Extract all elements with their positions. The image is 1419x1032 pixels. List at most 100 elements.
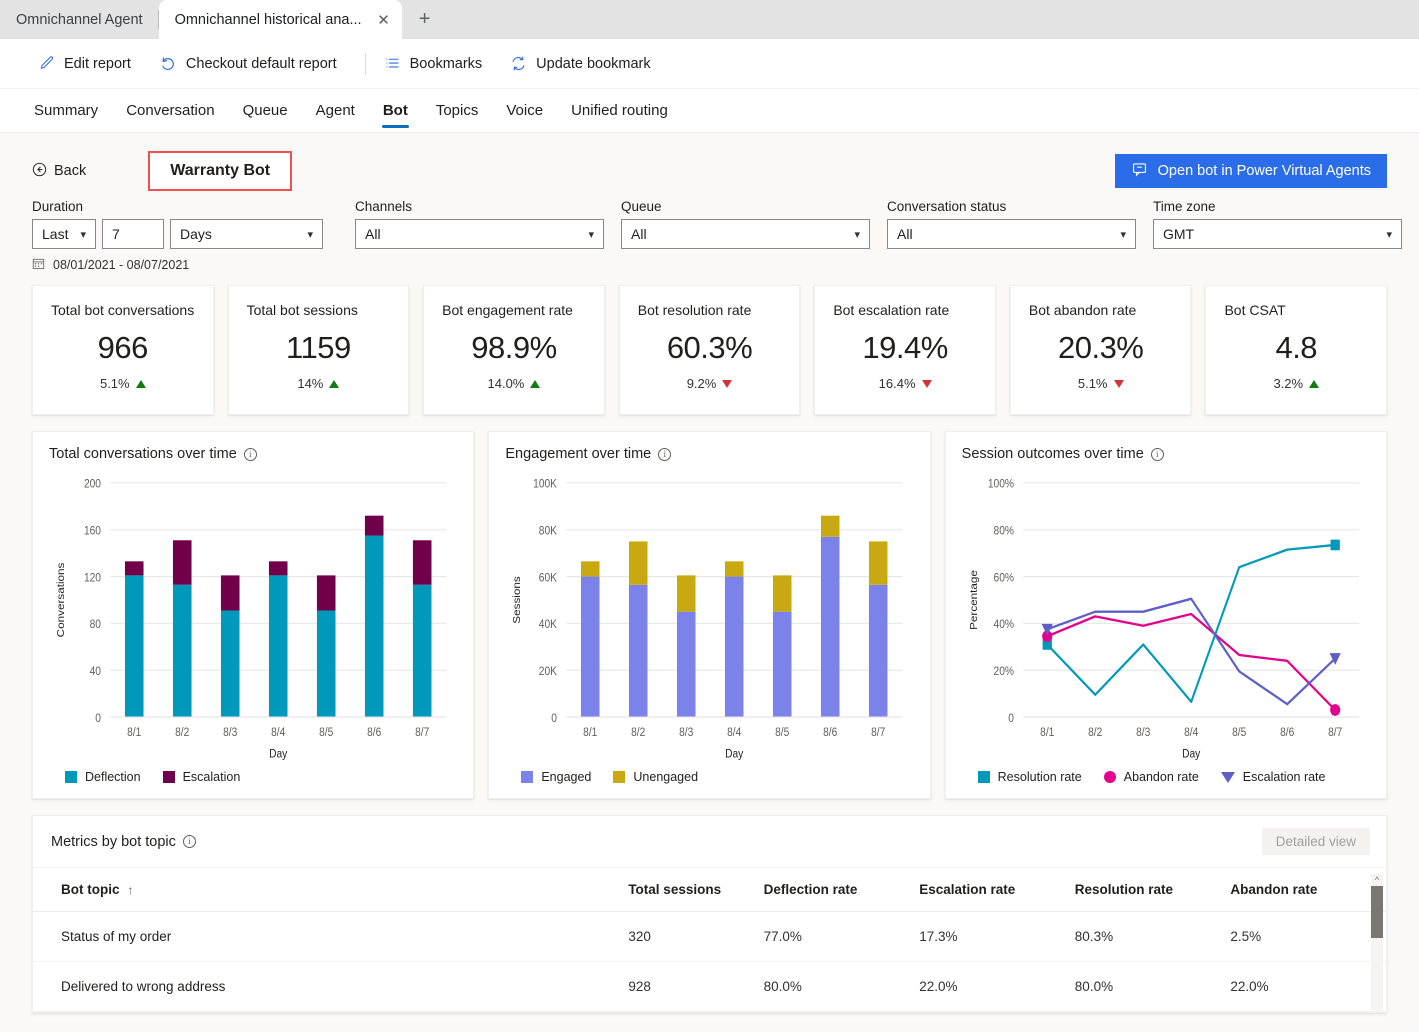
cell-resolution-rate: 80.0% [1074, 961, 1231, 1012]
tab-summary[interactable]: Summary [34, 89, 112, 132]
kpi-delta-value: 14.0% [487, 376, 525, 391]
column-header-resolution-rate[interactable]: Resolution rate [1074, 868, 1231, 912]
trend-down-icon [722, 379, 733, 388]
kpi-delta: 14.0% [488, 376, 541, 391]
cell-abandon-rate: 2.5% [1230, 911, 1386, 962]
tab-unified-routing[interactable]: Unified routing [557, 89, 682, 132]
kpi-value: 20.3% [1057, 330, 1144, 365]
column-header-abandon-rate[interactable]: Abandon rate [1230, 868, 1386, 912]
legend-label: Escalation rate [1242, 770, 1326, 784]
kpi-delta-value: 3.2% [1273, 376, 1304, 391]
legend-item-deflection[interactable]: Deflection [65, 770, 141, 784]
checkout-default-report-button[interactable]: Checkout default report [155, 49, 351, 79]
table-header-bar: Metrics by bot topic i Detailed view [33, 816, 1386, 868]
cell-bot-topic: Status of my order [33, 911, 629, 962]
chart-title: Total conversations over time [49, 446, 237, 462]
svg-text:0: 0 [95, 712, 101, 725]
scroll-up-icon[interactable]: ^ [1371, 874, 1383, 886]
open-bot-in-power-virtual-agents-button[interactable]: Open bot in Power Virtual Agents [1114, 154, 1387, 188]
kpi-value: 60.3% [666, 330, 753, 365]
duration-mode-value: Last [42, 226, 69, 242]
chevron-down-icon: ▾ [854, 228, 860, 241]
legend-item-unengaged[interactable]: Unengaged [613, 770, 698, 784]
update-bookmark-button[interactable]: Update bookmark [506, 49, 664, 78]
list-icon [384, 55, 401, 72]
chevron-down-icon: ▾ [1386, 228, 1392, 241]
legend-item-engaged[interactable]: Engaged [521, 770, 591, 784]
svg-text:8/2: 8/2 [631, 727, 645, 740]
info-icon[interactable]: i [182, 835, 196, 848]
chart-legend: Resolution rate Abandon rate Escalation … [962, 766, 1370, 788]
tab-queue[interactable]: Queue [229, 89, 302, 132]
plus-icon[interactable]: + [408, 2, 442, 36]
scrollbar-thumb[interactable] [1371, 886, 1383, 938]
kpi-card-bot-abandon-rate[interactable]: Bot abandon rate 20.3% 5.1% [1009, 285, 1192, 415]
tab-label: Bot [382, 102, 408, 119]
queue-select[interactable]: All ▾ [621, 219, 870, 249]
kpi-delta: 9.2% [687, 376, 733, 391]
kpi-card-total-bot-conversations[interactable]: Total bot conversations 966 5.1% [32, 285, 214, 415]
table-vertical-scrollbar[interactable]: ^ [1371, 874, 1383, 1012]
info-icon[interactable]: i [1150, 447, 1164, 461]
table-row[interactable]: Delivered to wrong address 928 80.0% 22.… [33, 961, 1386, 1012]
column-header-total-sessions[interactable]: Total sessions [628, 868, 764, 912]
chevron-down-icon: ▾ [80, 228, 86, 241]
tab-bot[interactable]: Bot [369, 89, 422, 132]
legend-label: Escalation [182, 770, 241, 784]
svg-text:160: 160 [84, 525, 101, 538]
kpi-title: Total bot conversations [51, 302, 195, 318]
channels-select[interactable]: All ▾ [355, 219, 604, 249]
column-header-deflection-rate[interactable]: Deflection rate [763, 868, 920, 912]
channels-label: Channels [355, 199, 413, 214]
tab-topics[interactable]: Topics [422, 89, 493, 132]
legend-item-escalation-rate[interactable]: Escalation rate [1220, 770, 1326, 784]
edit-report-button[interactable]: Edit report [34, 49, 145, 78]
bookmarks-button[interactable]: Bookmarks [380, 49, 497, 78]
info-icon[interactable]: i [658, 447, 672, 461]
metrics-by-bot-topic-card: Metrics by bot topic i Detailed view Bot… [32, 815, 1387, 1013]
chevron-down-icon: ▾ [307, 228, 313, 241]
tab-agent[interactable]: Agent [302, 89, 369, 132]
column-label: Bot topic [61, 882, 120, 897]
column-header-bot-topic[interactable]: Bot topic ↑ [33, 868, 629, 912]
close-icon[interactable]: ✕ [374, 10, 394, 30]
kpi-title: Bot CSAT [1224, 302, 1286, 318]
tab-voice[interactable]: Voice [492, 89, 557, 132]
legend-item-abandon-rate[interactable]: Abandon rate [1103, 770, 1199, 784]
kpi-card-bot-csat[interactable]: Bot CSAT 4.8 3.2% [1205, 285, 1388, 415]
svg-text:8/3: 8/3 [679, 727, 693, 740]
table-row[interactable]: Status of my order 320 77.0% 17.3% 80.3%… [33, 911, 1386, 962]
update-bookmark-label: Update bookmark [536, 55, 651, 72]
kpi-card-row: Total bot conversations 966 5.1% Total b… [0, 273, 1419, 415]
trend-down-icon [921, 379, 932, 388]
queue-label: Queue [621, 199, 662, 214]
info-icon[interactable]: i [243, 447, 257, 461]
duration-mode-select[interactable]: Last ▾ [32, 219, 96, 249]
back-button[interactable]: Back [32, 162, 86, 181]
legend-item-resolution-rate[interactable]: Resolution rate [977, 770, 1082, 784]
browser-tab-omnichannel-historical-analytics[interactable]: Omnichannel historical ana... ✕ [158, 0, 402, 39]
legend-item-escalation[interactable]: Escalation [162, 770, 241, 784]
chart-title: Engagement over time [505, 446, 652, 462]
tab-conversation[interactable]: Conversation [112, 89, 228, 132]
detailed-view-button[interactable]: Detailed view [1261, 828, 1370, 855]
svg-text:8/7: 8/7 [415, 727, 429, 740]
kpi-value: 19.4% [862, 330, 948, 365]
duration-unit-select[interactable]: Days ▾ [170, 219, 323, 249]
kpi-card-bot-engagement-rate[interactable]: Bot engagement rate 98.9% 14.0% [423, 285, 605, 415]
refresh-icon [510, 55, 527, 72]
time-zone-select[interactable]: GMT ▾ [1153, 219, 1402, 249]
conversation-status-select[interactable]: All ▾ [887, 219, 1136, 249]
duration-amount-input[interactable]: 7 [102, 219, 164, 249]
browser-tab-omnichannel-agent[interactable]: Omnichannel Agent [0, 0, 159, 39]
table-title-row: Metrics by bot topic i [51, 834, 196, 850]
kpi-delta-value: 16.4% [878, 376, 916, 391]
kpi-card-total-bot-sessions[interactable]: Total bot sessions 1159 14% [227, 285, 410, 415]
kpi-card-bot-resolution-rate[interactable]: Bot resolution rate 60.3% 9.2% [618, 285, 801, 415]
conversation-status-value: All [897, 226, 913, 242]
kpi-card-bot-escalation-rate[interactable]: Bot escalation rate 19.4% 16.4% [814, 285, 996, 415]
svg-text:8/5: 8/5 [1232, 727, 1246, 740]
kpi-delta: 5.1% [100, 376, 146, 391]
svg-text:Day: Day [269, 748, 288, 761]
column-header-escalation-rate[interactable]: Escalation rate [919, 868, 1075, 912]
